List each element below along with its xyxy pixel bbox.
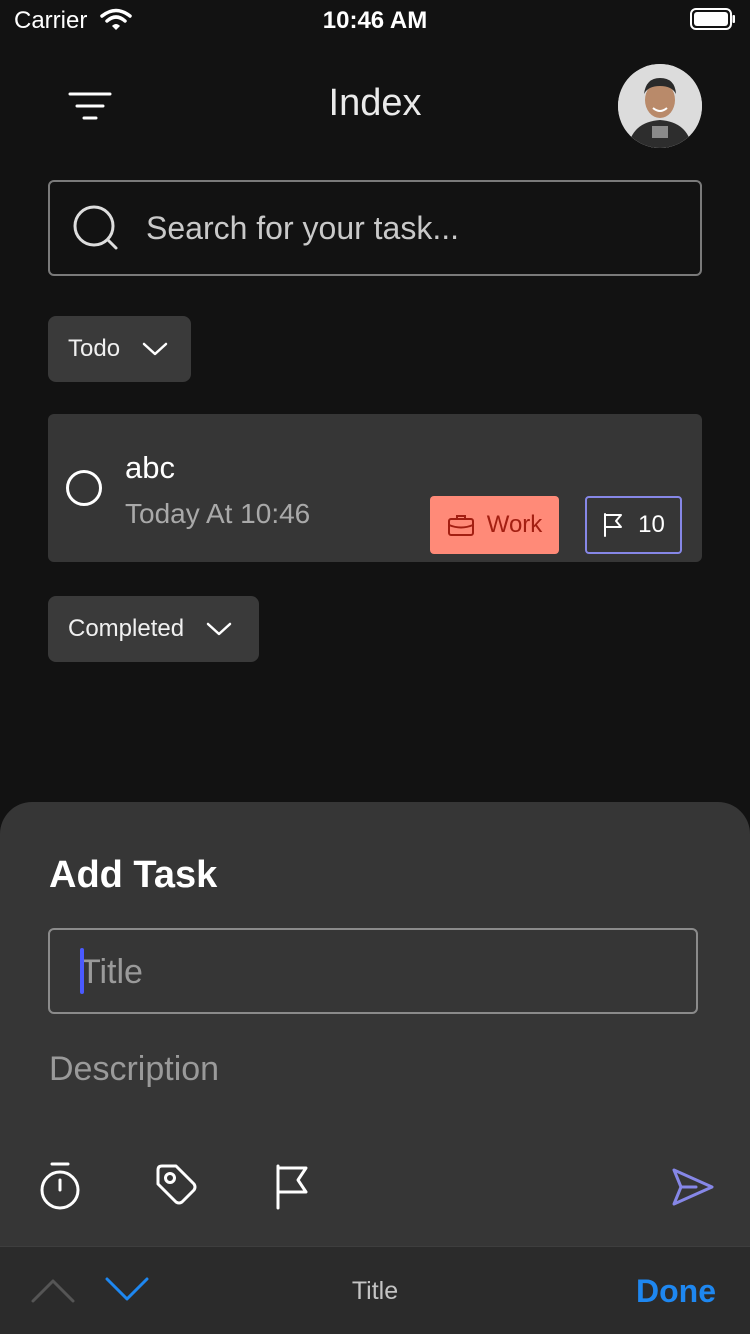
task-time: Today At 10:46 (125, 498, 311, 529)
briefcase-icon (447, 515, 474, 536)
priority-badge: 10 (585, 496, 682, 554)
add-task-title: Add Task (49, 854, 218, 896)
flag-icon (604, 513, 623, 537)
text-cursor (80, 948, 84, 994)
completed-group-label: Completed (68, 615, 185, 642)
flag-icon (276, 1164, 308, 1210)
task-title-input[interactable] (80, 946, 670, 998)
keyboard-toolbar: Title Done (0, 1246, 750, 1334)
task-description-input[interactable] (49, 1042, 699, 1096)
category-tag-button[interactable] (152, 1160, 200, 1214)
timer-icon (40, 1162, 80, 1210)
done-button[interactable]: Done (636, 1273, 716, 1310)
task-item[interactable]: abc Today At 10:46 Work 10 (48, 414, 702, 562)
battery-icon (690, 8, 735, 30)
task-complete-radio[interactable] (66, 470, 102, 506)
status-bar: Carrier 10:46 AM (0, 0, 750, 42)
title-field (48, 928, 698, 1014)
status-time: 10:46 AM (322, 7, 428, 34)
tag-icon (156, 1164, 197, 1205)
todo-group-dropdown[interactable]: Todo (48, 316, 191, 382)
todo-group-label: Todo (68, 335, 121, 362)
app-header: Index (0, 60, 750, 156)
priority-label: 10 (638, 511, 665, 538)
category-badge: Work (430, 496, 559, 554)
priority-flag-button[interactable] (268, 1160, 316, 1214)
task-title: abc (125, 450, 175, 485)
chevron-down-icon (142, 342, 168, 356)
timer-button[interactable] (36, 1160, 84, 1214)
chevron-down-icon (206, 622, 232, 636)
search-icon (73, 205, 118, 250)
category-label: Work (486, 511, 543, 538)
send-button[interactable] (668, 1160, 716, 1214)
completed-group-dropdown[interactable]: Completed (48, 596, 259, 662)
profile-photo-icon (618, 64, 702, 148)
search-input[interactable] (146, 202, 676, 254)
add-task-sheet: Add Task (0, 802, 750, 1246)
search-box (48, 180, 702, 276)
avatar[interactable] (618, 64, 702, 148)
send-icon (672, 1168, 714, 1206)
